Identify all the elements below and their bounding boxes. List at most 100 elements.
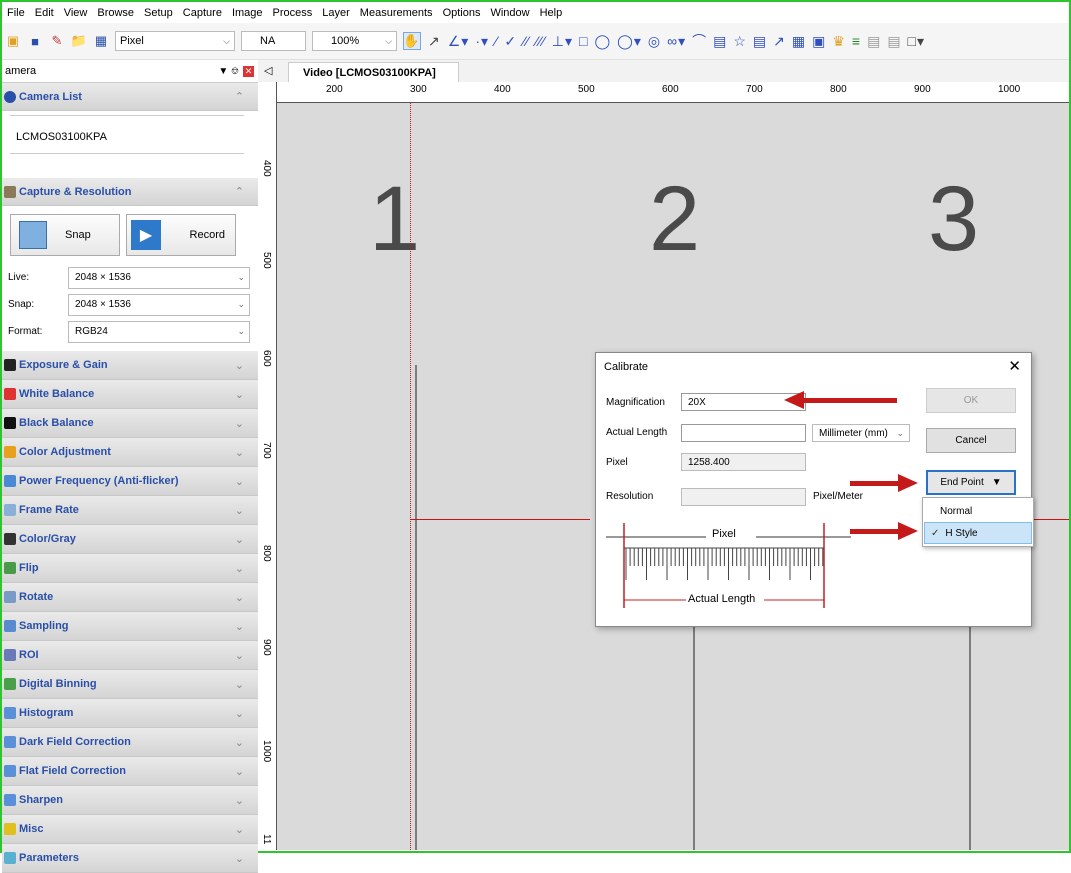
section-color-adjustment[interactable]: Color Adjustment ⌄ xyxy=(2,438,258,467)
measurement-tools: ✋ ↗ ∠▾ ·▾ ⁄ ✓ ⁄⁄ ⁄⁄⁄ ⊥▾ □ ◯ ◯▾ ◎ ∞▾ ⌒ ▤ … xyxy=(400,31,928,51)
document-tabs: ◁ Video [LCMOS03100KPA] xyxy=(258,60,1069,83)
curve-icon[interactable]: ∞▾ xyxy=(667,33,686,50)
new-icon[interactable]: ▣ xyxy=(5,33,21,49)
circle-icon[interactable]: ◯▾ xyxy=(617,33,642,50)
ok-button[interactable]: OK xyxy=(926,388,1016,413)
section-exposure-gain[interactable]: Exposure & Gain ⌄ xyxy=(2,351,258,380)
menu-view[interactable]: View xyxy=(59,7,93,19)
close-icon[interactable]: ✕ xyxy=(1008,357,1021,375)
menu-item-label: H Style xyxy=(945,527,978,539)
unit-value: Millimeter (mm) xyxy=(819,427,888,439)
menu-image[interactable]: Image xyxy=(227,7,268,19)
section-misc[interactable]: Misc ⌄ xyxy=(2,815,258,844)
cancel-button[interactable]: Cancel xyxy=(926,428,1016,453)
live-resolution-select[interactable]: 2048 × 1536 ⌄ xyxy=(68,266,250,289)
calibrate-icon[interactable]: ▣ xyxy=(812,33,826,50)
section-sampling[interactable]: Sampling ⌄ xyxy=(2,612,258,641)
menu-process[interactable]: Process xyxy=(268,7,318,19)
section-flip[interactable]: Flip ⌄ xyxy=(2,554,258,583)
menu-window[interactable]: Window xyxy=(485,7,534,19)
menu-help[interactable]: Help xyxy=(535,7,568,19)
line-icon[interactable]: ⁄ xyxy=(495,33,498,49)
section-dark-field-correction[interactable]: Dark Field Correction ⌄ xyxy=(2,728,258,757)
crosshair-vertical xyxy=(410,103,411,850)
snap-button[interactable]: Snap xyxy=(10,214,120,256)
grid-icon[interactable]: ▦ xyxy=(93,33,109,49)
camera-list-icon xyxy=(4,90,16,103)
copy-icon[interactable]: ▤ xyxy=(887,33,901,50)
menu-capture[interactable]: Capture xyxy=(178,7,227,19)
section-color-gray[interactable]: Color/Gray ⌄ xyxy=(2,525,258,554)
menu-options[interactable]: Options xyxy=(438,7,486,19)
section-roi[interactable]: ROI ⌄ xyxy=(2,641,258,670)
magnification-select[interactable]: NA xyxy=(241,31,306,51)
section-histogram[interactable]: Histogram ⌄ xyxy=(2,699,258,728)
count-icon[interactable]: ▦ xyxy=(792,33,806,50)
arc-icon[interactable]: ⌒ xyxy=(692,31,707,51)
menu-measurements[interactable]: Measurements xyxy=(355,7,438,19)
annulus-icon[interactable]: ◎ xyxy=(648,33,661,50)
section-digital-binning[interactable]: Digital Binning ⌄ xyxy=(2,670,258,699)
dialog-title: Calibrate xyxy=(604,361,649,373)
export-icon[interactable]: ♛ xyxy=(832,33,846,50)
double-parallel-icon[interactable]: ⁄⁄⁄ xyxy=(536,33,546,49)
hand-icon[interactable]: ✋ xyxy=(403,32,421,50)
close-icon[interactable]: ✕ xyxy=(243,65,254,77)
angle-icon[interactable]: ∠▾ xyxy=(448,33,470,50)
perpendicular-icon[interactable]: ⊥▾ xyxy=(552,33,573,50)
section-frame-rate[interactable]: Frame Rate ⌄ xyxy=(2,496,258,525)
endpoint-dropdown[interactable]: End Point ▼ xyxy=(926,470,1016,495)
section-icon xyxy=(4,475,16,487)
section-parameters[interactable]: Parameters ⌄ xyxy=(2,844,258,873)
section-white-balance[interactable]: White Balance ⌄ xyxy=(2,380,258,409)
resolution-unit: Pixel/Meter xyxy=(813,491,864,502)
rectangle-icon[interactable]: □ xyxy=(579,33,588,49)
star-icon[interactable]: ☆ xyxy=(733,33,747,50)
pin-icon[interactable]: ▼ ⎊ xyxy=(218,66,239,77)
camera-device-item[interactable]: LCMOS03100KPA xyxy=(16,131,107,143)
section-rotate[interactable]: Rotate ⌄ xyxy=(2,583,258,612)
camera-panel: amera ▼ ⎊ ✕ Camera List ⌃ LCMOS03100KPA … xyxy=(2,60,258,873)
chevron-down-icon: ⌄ xyxy=(234,649,244,662)
tab-scroll-left-icon[interactable]: ◁ xyxy=(264,64,272,77)
window-icon[interactable]: □▾ xyxy=(908,33,925,50)
list-icon[interactable]: ▤ xyxy=(867,33,881,50)
scale-bar-icon[interactable]: ▤ xyxy=(753,33,767,50)
pointer-icon[interactable]: ↗ xyxy=(428,33,441,50)
section-black-balance[interactable]: Black Balance ⌄ xyxy=(2,409,258,438)
section-flat-field-correction[interactable]: Flat Field Correction ⌄ xyxy=(2,757,258,786)
section-icon xyxy=(4,591,16,603)
snap-label: Snap xyxy=(65,229,91,241)
align-icon[interactable]: ≡ xyxy=(852,33,861,49)
section-camera-list[interactable]: Camera List ⌃ xyxy=(2,83,258,111)
zoom-select[interactable]: 100% ⌵ xyxy=(312,31,397,51)
snap-resolution-select[interactable]: 2048 × 1536 ⌄ xyxy=(68,293,250,316)
ellipse-icon[interactable]: ◯ xyxy=(595,33,612,50)
save-icon[interactable]: ■ xyxy=(27,33,43,49)
section-sharpen[interactable]: Sharpen ⌄ xyxy=(2,786,258,815)
record-button[interactable]: ▶ Record xyxy=(126,214,236,256)
arrow-tool-icon[interactable]: ↗ xyxy=(773,33,786,50)
menu-item-h-style[interactable]: ✓ H Style xyxy=(924,522,1032,544)
edit-icon[interactable]: ✎ xyxy=(49,33,65,49)
polyline-icon[interactable]: ✓ xyxy=(504,33,517,50)
menu-layer[interactable]: Layer xyxy=(317,7,355,19)
menu-file[interactable]: File xyxy=(2,7,30,19)
panel-title: amera xyxy=(5,65,37,77)
format-select[interactable]: RGB24 ⌄ xyxy=(68,320,250,343)
section-power-frequency-anti-flicker[interactable]: Power Frequency (Anti-flicker) ⌄ xyxy=(2,467,258,496)
menu-browse[interactable]: Browse xyxy=(92,7,139,19)
parallel-icon[interactable]: ⁄⁄ xyxy=(523,33,530,49)
menu-setup[interactable]: Setup xyxy=(139,7,178,19)
chevron-down-icon: ⌄ xyxy=(234,736,244,749)
point-icon[interactable]: ·▾ xyxy=(475,33,489,50)
unit-select[interactable]: Millimeter (mm) ⌄ xyxy=(812,424,910,442)
actual-length-field[interactable] xyxy=(681,424,806,442)
section-capture-resolution[interactable]: Capture & Resolution ⌃ xyxy=(2,178,258,206)
open-folder-icon[interactable]: 📁 xyxy=(71,33,87,49)
text-icon[interactable]: ▤ xyxy=(713,33,727,50)
unit-select[interactable]: Pixel ⌵ xyxy=(115,31,235,51)
menu-item-normal[interactable]: Normal xyxy=(924,500,1032,522)
menu-edit[interactable]: Edit xyxy=(30,7,59,19)
tab-video[interactable]: Video [LCMOS03100KPA] xyxy=(288,62,459,83)
